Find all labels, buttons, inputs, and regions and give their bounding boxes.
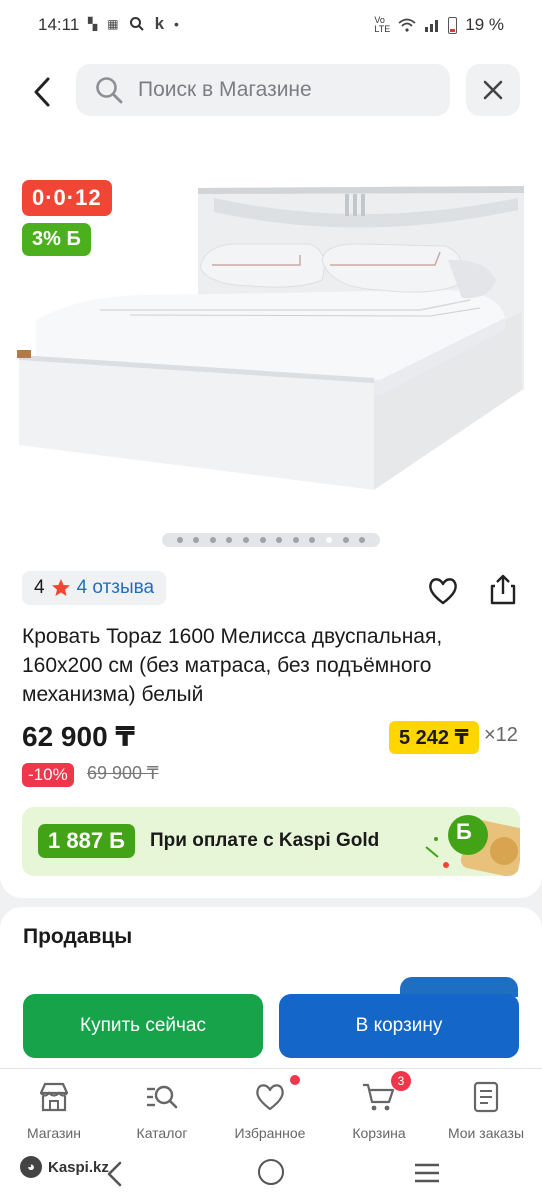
- kaspi-k-icon: k: [154, 14, 165, 33]
- kaspi-gold-banner[interactable]: 1 887 Б При оплате с Kaspi Gold Б: [22, 807, 520, 876]
- nav-label-catalog: Каталог: [136, 1125, 188, 1141]
- bonus-badge: 3% Б: [22, 223, 91, 256]
- heart-icon: [252, 1075, 300, 1115]
- current-price: 62 900 ₸: [22, 721, 135, 752]
- orders-icon: [468, 1079, 504, 1115]
- system-back-icon[interactable]: [104, 1160, 124, 1188]
- store-icon: [36, 1079, 72, 1115]
- system-navigation-bar: ◕ Kaspi.kz: [0, 1152, 542, 1200]
- heart-outline-icon: [429, 578, 457, 605]
- nav-item-cart[interactable]: 3 Корзина: [325, 1071, 433, 1141]
- installment-payment[interactable]: 5 242 ₸: [389, 721, 479, 754]
- rating-summary[interactable]: 4 4 отзыва: [22, 571, 167, 605]
- kaspi-logo-icon: ◕: [20, 1156, 42, 1178]
- search-icon: [129, 17, 144, 31]
- gallery-dot[interactable]: [276, 537, 283, 543]
- nav-label-favorites: Избранное: [234, 1125, 306, 1141]
- close-search-button[interactable]: [466, 64, 520, 116]
- top-header: Поиск в Магазине: [0, 50, 542, 140]
- cart-count-badge: 3: [391, 1071, 411, 1091]
- kaspi-watermark: ◕ Kaspi.kz: [20, 1156, 109, 1178]
- favorites-dot: [290, 1075, 300, 1085]
- status-bar: 14:11 ▚ ▦ k • Vo LTE 19 %: [0, 0, 542, 50]
- nav-item-orders[interactable]: Мои заказы: [432, 1079, 540, 1141]
- gallery-dot[interactable]: [342, 537, 349, 543]
- status-system-icons: Vo LTE 19 %: [374, 15, 504, 35]
- search-input[interactable]: Поиск в Магазине: [76, 64, 450, 116]
- vpn-icon: ▚: [88, 17, 98, 31]
- catalog-search-icon: [144, 1079, 180, 1115]
- gallery-dot[interactable]: [292, 537, 299, 543]
- product-image-gallery[interactable]: 0·0·12 3% Б: [0, 140, 542, 560]
- gallery-dot[interactable]: [209, 537, 216, 543]
- signal-icon: [425, 20, 439, 32]
- kaspi-gold-text: При оплате с Kaspi Gold: [150, 830, 380, 851]
- kaspi-gold-badge-letter: Б: [456, 819, 472, 844]
- reviews-link[interactable]: 4 отзыва: [77, 577, 155, 599]
- brand-name: Kaspi.kz: [48, 1158, 109, 1176]
- gallery-dot[interactable]: [309, 537, 316, 543]
- bottom-navigation: Магазин Каталог Избранное 3 Корзина Мои …: [0, 1068, 542, 1152]
- bank-app-icon: ▦: [107, 17, 119, 31]
- old-price: 69 900 ₸: [87, 763, 159, 783]
- gallery-dot[interactable]: [243, 537, 250, 543]
- dot-icon: •: [174, 16, 179, 32]
- gallery-pagination: [162, 533, 380, 547]
- product-page: 14:11 ▚ ▦ k • Vo LTE 19 % Поиск в Магазин…: [0, 0, 542, 1200]
- back-button[interactable]: [22, 72, 62, 112]
- system-recents-icon[interactable]: [414, 1162, 440, 1184]
- battery-icon: [448, 16, 458, 34]
- buy-now-button[interactable]: Купить сейчас: [23, 994, 263, 1058]
- product-title: Кровать Topaz 1600 Мелисса двуспальная, …: [22, 625, 443, 706]
- share-icon: [490, 574, 516, 605]
- chevron-left-icon: [34, 77, 50, 107]
- battery-level: 19 %: [465, 15, 504, 34]
- volte-icon: Vo LTE: [374, 15, 391, 34]
- timer-badge: 0·0·12: [22, 180, 112, 216]
- gallery-dot[interactable]: [326, 537, 333, 543]
- status-time: 14:11: [38, 15, 80, 34]
- search-icon: [96, 77, 123, 104]
- installment-months: ×12: [484, 724, 518, 746]
- sellers-heading: Продавцы: [23, 925, 133, 948]
- gallery-dot[interactable]: [359, 537, 366, 543]
- nav-label-cart: Корзина: [352, 1125, 406, 1141]
- star-icon: [51, 579, 70, 596]
- add-to-cart-button[interactable]: В корзину: [279, 994, 519, 1058]
- rating-value: 4: [34, 577, 45, 598]
- cart-icon: 3: [361, 1071, 411, 1115]
- share-button[interactable]: [486, 572, 520, 606]
- status-notification-icons: ▚ ▦ k •: [88, 14, 179, 34]
- system-home-icon[interactable]: [258, 1159, 284, 1185]
- kaspi-gold-bonus: 1 887 Б: [38, 824, 135, 858]
- gallery-dot[interactable]: [176, 537, 183, 543]
- close-icon: [483, 80, 503, 100]
- nav-item-store[interactable]: Магазин: [0, 1079, 108, 1141]
- gallery-dot[interactable]: [226, 537, 233, 543]
- nav-label-orders: Мои заказы: [447, 1125, 525, 1141]
- gallery-dot[interactable]: [193, 537, 200, 543]
- search-placeholder: Поиск в Магазине: [138, 78, 312, 101]
- nav-label-store: Магазин: [26, 1125, 81, 1141]
- nav-item-catalog[interactable]: Каталог: [108, 1079, 216, 1141]
- nav-item-favorites[interactable]: Избранное: [216, 1075, 324, 1141]
- wifi-icon: [398, 18, 416, 32]
- discount-badge: -10%: [22, 763, 74, 787]
- favorite-button[interactable]: [426, 574, 460, 608]
- product-card: 0·0·12 3% Б 4 4 отзыва Кровать Topaz 160…: [0, 140, 542, 898]
- gallery-dot[interactable]: [259, 537, 266, 543]
